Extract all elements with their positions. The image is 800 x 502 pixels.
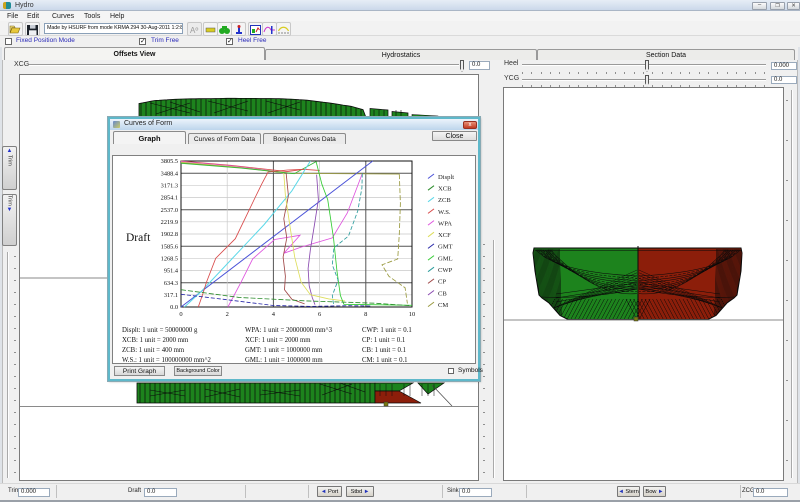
svg-text:W.S.: W.S.	[438, 209, 451, 216]
svg-text:317.1: 317.1	[164, 292, 178, 299]
svg-text:CM: CM	[438, 302, 448, 309]
svg-text:0: 0	[179, 311, 182, 318]
svg-text:GMT: 1 unit = 1000000 mm: GMT: 1 unit = 1000000 mm	[245, 347, 323, 354]
svg-text:634.3: 634.3	[164, 280, 178, 287]
svg-text:1902.8: 1902.8	[161, 231, 178, 238]
svg-text:CWP: CWP	[438, 267, 453, 274]
svg-text:1585.6: 1585.6	[161, 243, 178, 250]
svg-text:W.S.: 1 unit = 100000000 mm^2: W.S.: 1 unit = 100000000 mm^2	[122, 357, 212, 364]
svg-text:CP: CP	[438, 279, 446, 286]
svg-text:CP: 1 unit = 0.1: CP: 1 unit = 0.1	[362, 337, 405, 344]
svg-text:GML: GML	[438, 255, 453, 262]
svg-text:2537.0: 2537.0	[161, 207, 178, 214]
svg-text:4: 4	[272, 311, 276, 318]
svg-text:GMT: GMT	[438, 244, 453, 251]
svg-text:CB: CB	[438, 290, 447, 297]
svg-text:ZCB: 1 unit = 400 mm: ZCB: 1 unit = 400 mm	[122, 347, 185, 354]
svg-text:XCF: XCF	[438, 232, 451, 239]
svg-text:3171.3: 3171.3	[161, 183, 178, 190]
svg-text:CB: 1 unit = 0.1: CB: 1 unit = 0.1	[362, 347, 406, 354]
svg-text:Displt: 1 unit = 50000000 g: Displt: 1 unit = 50000000 g	[122, 327, 198, 334]
svg-text:951.4: 951.4	[164, 268, 179, 275]
svg-text:GML: 1 unit = 1000000 mm: GML: 1 unit = 1000000 mm	[245, 357, 323, 364]
svg-text:0.0: 0.0	[170, 304, 178, 311]
svg-text:XCF: 1 unit = 2000 mm: XCF: 1 unit = 2000 mm	[245, 337, 311, 344]
svg-text:Draft: Draft	[126, 232, 151, 244]
svg-text:XCB: 1 unit = 2000 mm: XCB: 1 unit = 2000 mm	[122, 337, 189, 344]
svg-text:WPA: 1 unit = 20000000 mm^3: WPA: 1 unit = 20000000 mm^3	[245, 327, 333, 334]
svg-text:3488.4: 3488.4	[161, 170, 179, 177]
svg-text:8: 8	[364, 311, 367, 318]
svg-text:2854.1: 2854.1	[161, 195, 178, 202]
svg-text:CWP: 1 unit = 0.1: CWP: 1 unit = 0.1	[362, 327, 412, 334]
svg-text:6: 6	[318, 311, 322, 318]
svg-text:ZCB: ZCB	[438, 197, 451, 204]
svg-text:XCB: XCB	[438, 186, 452, 193]
svg-text:Displt: Displt	[438, 174, 454, 181]
svg-text:10: 10	[409, 311, 416, 318]
svg-text:3805.5: 3805.5	[161, 158, 178, 165]
svg-text:2: 2	[226, 311, 229, 318]
svg-text:1268.5: 1268.5	[161, 256, 178, 263]
svg-text:CM: 1 unit = 0.1: CM: 1 unit = 0.1	[362, 357, 408, 364]
svg-text:WPA: WPA	[438, 220, 452, 227]
svg-text:2219.9: 2219.9	[161, 219, 178, 226]
